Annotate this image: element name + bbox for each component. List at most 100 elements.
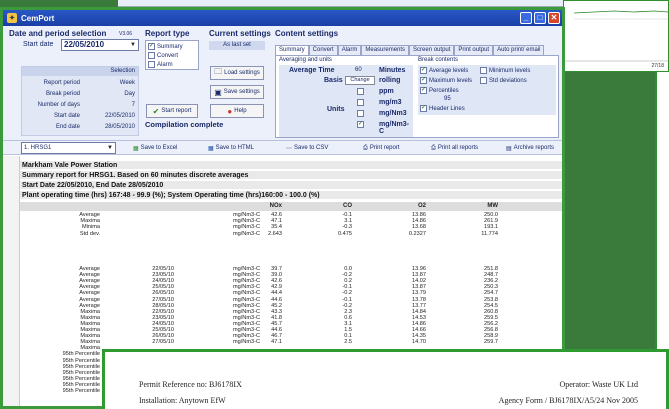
start-report-button[interactable]: ✔ Start report <box>146 104 198 118</box>
unit-mgm3-checkbox[interactable] <box>357 99 366 106</box>
percentile-value[interactable]: 95 <box>444 96 451 102</box>
save-html-button[interactable]: ▦ Save to HTML <box>208 142 254 154</box>
table-cell: Minima <box>81 224 100 231</box>
table-row: Minima mg/Nm3-C 35.4 -0.3 13.68 193.1 <box>20 224 562 230</box>
content-settings-title: Content settings <box>275 29 339 38</box>
period-selection-box: Selection Report period Week Break period… <box>21 66 139 136</box>
tab-auto-print-email[interactable]: Auto print/ email <box>493 45 545 55</box>
maximum-levels-checkbox[interactable]: ✓ Maximum levels <box>420 77 472 84</box>
table-cell: -0.3 <box>342 224 352 231</box>
table-cell: 0.6 <box>344 314 352 321</box>
report-line-operating: Plant operating time (hrs) 167:48 - 99.9… <box>20 191 562 200</box>
table-cell: 14.35 <box>412 333 426 340</box>
load-settings-button[interactable]: 🗀 Load settings <box>210 66 264 80</box>
operator-name: Operator: Waste UK Ltd <box>559 380 638 389</box>
table-cell: 250.3 <box>484 284 498 291</box>
table-cell: 42.6 <box>271 212 282 218</box>
table-cell: 42.6 <box>271 278 282 285</box>
column-nox: NOx <box>269 203 282 209</box>
table-cell: 193.1 <box>484 224 498 231</box>
table-cell: 0.1 <box>344 333 352 340</box>
title-bar: ✦ CemPort _ □ ✕ <box>3 10 562 26</box>
table-cell: 39.0 <box>271 272 282 279</box>
table-cell: 14.86 <box>412 320 426 327</box>
table-cell: 13.87 <box>412 284 426 291</box>
content-tabs: Summary Convert Alarm Measurements Scree… <box>275 45 545 55</box>
folder-icon: 🗀 <box>214 67 223 76</box>
save-settings-button[interactable]: ▣ Save settings <box>210 85 264 99</box>
unit-ppm-checkbox[interactable] <box>357 88 366 95</box>
table-cell: 0.2327 <box>408 230 426 237</box>
table-cell: -0.1 <box>342 296 352 303</box>
tab-alarm[interactable]: Alarm <box>337 45 362 55</box>
averaging-box: Average Time 60 Minutes Basis Change rol… <box>279 65 413 137</box>
table-cell: 95th Percentile <box>62 363 100 370</box>
table-cell: Maxima <box>80 333 100 340</box>
maximize-button[interactable]: □ <box>534 12 546 24</box>
table-cell: 261.9 <box>484 218 498 225</box>
installation-name: Installation: Anytown EfW <box>139 396 226 405</box>
print-all-button[interactable]: ⎙ Print all reports <box>431 142 478 154</box>
table-cell: Maxima <box>80 308 100 315</box>
csv-icon: ⋯ <box>286 145 292 152</box>
tab-convert[interactable]: Convert <box>308 45 338 55</box>
minimize-button[interactable]: _ <box>520 12 532 24</box>
table-cell: 2.5 <box>344 339 352 346</box>
summary-tab-content: Averaging and units Average Time 60 Minu… <box>275 55 559 138</box>
convert-checkbox[interactable]: Convert <box>148 52 178 59</box>
start-date-label: Start date <box>23 41 54 48</box>
table-cell: 13.77 <box>412 302 426 309</box>
table-cell: 3.1 <box>344 218 352 225</box>
save-excel-button[interactable]: ▦ Save to Excel <box>133 142 177 154</box>
table-cell: 248.7 <box>484 272 498 279</box>
change-basis-button[interactable]: Change <box>345 76 375 85</box>
background-axis-tick: 27/18 <box>651 63 664 69</box>
table-cell: 42.9 <box>271 284 282 291</box>
summary-checkbox[interactable]: ✓ Summary <box>148 43 183 50</box>
unit-mgnm3c-checkbox[interactable]: ✓ <box>357 121 366 128</box>
table-cell: 254.5 <box>484 302 498 309</box>
printer-icon: ⎙ <box>431 144 436 151</box>
report-gutter <box>3 156 20 406</box>
alarm-checkbox[interactable]: Alarm <box>148 61 173 68</box>
start-date-value: 22/05/2010 <box>64 40 105 49</box>
header-lines-checkbox[interactable]: ✓ Header Lines <box>420 105 465 112</box>
tab-summary[interactable]: Summary <box>275 45 309 55</box>
table-cell: 23/05/10 <box>152 314 174 321</box>
help-button[interactable]: ● Help <box>210 104 264 118</box>
table-cell: 25/05/10 <box>152 327 174 333</box>
table-cell: 14.02 <box>412 278 426 285</box>
archive-reports-button[interactable]: ▤ Archive reports <box>506 142 554 154</box>
table-cell: 43.3 <box>271 308 282 315</box>
minimum-levels-checkbox[interactable]: Minimum levels <box>480 67 530 74</box>
table-cell: 95th Percentile <box>62 381 100 388</box>
close-button[interactable]: ✕ <box>548 12 560 24</box>
std-deviations-checkbox[interactable]: Std deviations <box>480 77 527 84</box>
html-icon: ▦ <box>208 145 214 152</box>
tab-measurements[interactable]: Measurements <box>361 45 410 55</box>
table-cell: 44.4 <box>271 290 282 297</box>
source-select[interactable]: 1. HRSG1 ▼ <box>21 142 116 154</box>
table-cell: 259.5 <box>484 314 498 321</box>
selection-header: Selection <box>110 68 135 74</box>
units-label: Units <box>327 106 345 113</box>
table-cell: Average <box>79 284 100 291</box>
averaging-title: Averaging and units <box>279 57 332 63</box>
percentiles-checkbox[interactable]: ✓ Percentiles <box>420 87 459 94</box>
average-time-unit: Minutes <box>379 67 406 74</box>
tab-screen-output[interactable]: Screen output <box>409 45 455 55</box>
average-levels-checkbox[interactable]: ✓ Average levels <box>420 67 468 74</box>
tab-print-output[interactable]: Print output <box>454 45 494 55</box>
table-cell: -0.2 <box>342 272 352 279</box>
period-row: End date 28/05/2010 <box>55 124 135 130</box>
table-cell: 26/05/10 <box>152 290 174 297</box>
table-row: Std dev. mg/Nm3-C 2.643 0.475 0.2327 11.774 <box>20 231 562 237</box>
average-time-value[interactable]: 60 <box>355 67 362 73</box>
start-date-picker[interactable]: 22/05/2010 ▼ <box>61 39 139 51</box>
table-row: Average mg/Nm3-C 42.6 -0.1 13.86 250.0 <box>20 212 562 218</box>
unit-mgnm3-checkbox[interactable] <box>357 110 366 117</box>
print-report-button[interactable]: ⎙ Print report <box>363 142 400 154</box>
save-csv-button[interactable]: ⋯ Save to CSV <box>286 142 328 154</box>
column-co: CO <box>343 203 352 209</box>
table-cell: 14.84 <box>412 308 426 315</box>
